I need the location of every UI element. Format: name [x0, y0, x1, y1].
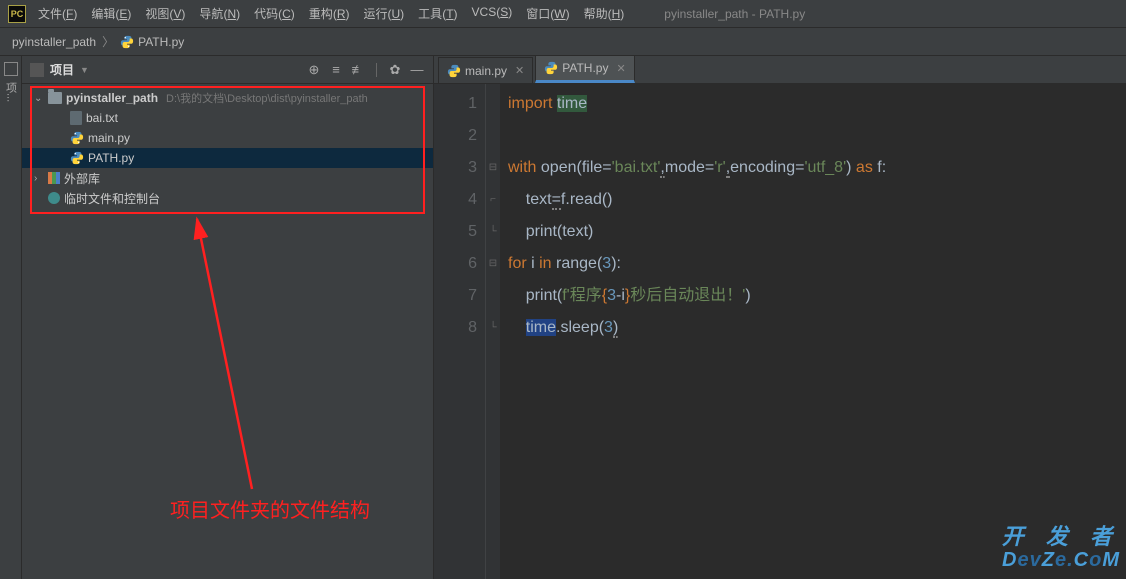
tool-window-strip[interactable]: 项...	[0, 56, 22, 579]
code-content[interactable]: import time with open(file='bai.txt',mod…	[500, 84, 1126, 579]
menu-file[interactable]: 文件(F)	[38, 5, 77, 22]
menu-help[interactable]: 帮助(H)	[584, 5, 625, 22]
code-editor[interactable]: 1 2 3 4 5 6 7 8 ⊟ ⌐└ ⊟ └ import time wit…	[434, 84, 1126, 579]
text-file-icon	[70, 111, 82, 125]
fold-column[interactable]: ⊟ ⌐└ ⊟ └	[486, 84, 500, 579]
project-panel-header: 项目 ▼ ⊕ ≡ ≢ ✿ —	[22, 56, 433, 84]
menu-view[interactable]: 视图(V)	[145, 5, 185, 22]
line-numbers: 1 2 3 4 5 6 7 8	[434, 84, 486, 579]
breadcrumb-file[interactable]: PATH.py	[120, 35, 184, 49]
expand-all-icon[interactable]: ≡	[328, 62, 344, 78]
project-icon	[30, 63, 44, 77]
python-file-icon	[544, 61, 558, 75]
tree-scratches[interactable]: 临时文件和控制台	[22, 188, 433, 208]
close-icon[interactable]: ✕	[616, 62, 625, 75]
python-file-icon	[120, 35, 134, 49]
project-tree: ⌄ pyinstaller_path D:\我的文档\Desktop\dist\…	[22, 84, 433, 212]
menu-edit[interactable]: 编辑(E)	[91, 5, 131, 22]
menu-vcs[interactable]: VCS(S)	[472, 5, 513, 22]
python-file-icon	[70, 151, 84, 165]
side-tab-project[interactable]: 项...	[3, 82, 19, 102]
hide-icon[interactable]: —	[409, 62, 425, 78]
menu-window[interactable]: 窗口(W)	[526, 5, 569, 22]
gear-icon[interactable]: ✿	[387, 62, 403, 78]
tree-file-path[interactable]: PATH.py	[22, 148, 433, 168]
menu-tools[interactable]: 工具(T)	[418, 5, 457, 22]
title-bar: PC 文件(F) 编辑(E) 视图(V) 导航(N) 代码(C) 重构(R) 运…	[0, 0, 1126, 28]
python-file-icon	[447, 64, 461, 78]
tree-file-bai[interactable]: bai.txt	[22, 108, 433, 128]
menu-run[interactable]: 运行(U)	[363, 5, 404, 22]
collapse-all-icon[interactable]: ≢	[350, 62, 366, 78]
chevron-right-icon: 〉	[102, 33, 114, 50]
main-menu: 文件(F) 编辑(E) 视图(V) 导航(N) 代码(C) 重构(R) 运行(U…	[38, 5, 624, 22]
breadcrumb: pyinstaller_path 〉 PATH.py	[0, 28, 1126, 56]
window-title: pyinstaller_path - PATH.py	[664, 7, 805, 21]
python-file-icon	[70, 131, 84, 145]
fold-icon[interactable]: ⊟	[486, 248, 500, 280]
editor-area: main.py ✕ PATH.py ✕ 1 2 3 4 5 6 7 8	[434, 56, 1126, 579]
library-icon	[48, 172, 60, 184]
tab-main-py[interactable]: main.py ✕	[438, 57, 533, 83]
chevron-right-icon: ›	[34, 173, 44, 184]
layout-icon	[4, 62, 18, 76]
tree-root[interactable]: ⌄ pyinstaller_path D:\我的文档\Desktop\dist\…	[22, 88, 433, 108]
tree-file-main[interactable]: main.py	[22, 128, 433, 148]
tab-path-py[interactable]: PATH.py ✕	[535, 55, 634, 83]
fold-icon[interactable]: ⊟	[486, 152, 500, 184]
tree-external-libs[interactable]: › 外部库	[22, 168, 433, 188]
annotation-arrow	[192, 214, 312, 494]
project-panel: 项目 ▼ ⊕ ≡ ≢ ✿ — ⌄ pyinstaller_path D:\我的文…	[22, 56, 434, 579]
annotation-text: 项目文件夹的文件结构	[170, 494, 370, 523]
menu-navigate[interactable]: 导航(N)	[199, 5, 240, 22]
chevron-down-icon[interactable]: ▼	[80, 65, 89, 75]
menu-refactor[interactable]: 重构(R)	[309, 5, 350, 22]
chevron-down-icon: ⌄	[34, 93, 44, 104]
menu-code[interactable]: 代码(C)	[254, 5, 295, 22]
scratches-icon	[48, 192, 60, 204]
breadcrumb-root[interactable]: pyinstaller_path	[12, 35, 96, 49]
app-icon: PC	[8, 5, 26, 23]
divider	[376, 63, 377, 77]
folder-icon	[48, 92, 62, 104]
locate-icon[interactable]: ⊕	[306, 62, 322, 78]
editor-tabs: main.py ✕ PATH.py ✕	[434, 56, 1126, 84]
close-icon[interactable]: ✕	[515, 64, 524, 77]
project-panel-title: 项目	[50, 61, 74, 78]
